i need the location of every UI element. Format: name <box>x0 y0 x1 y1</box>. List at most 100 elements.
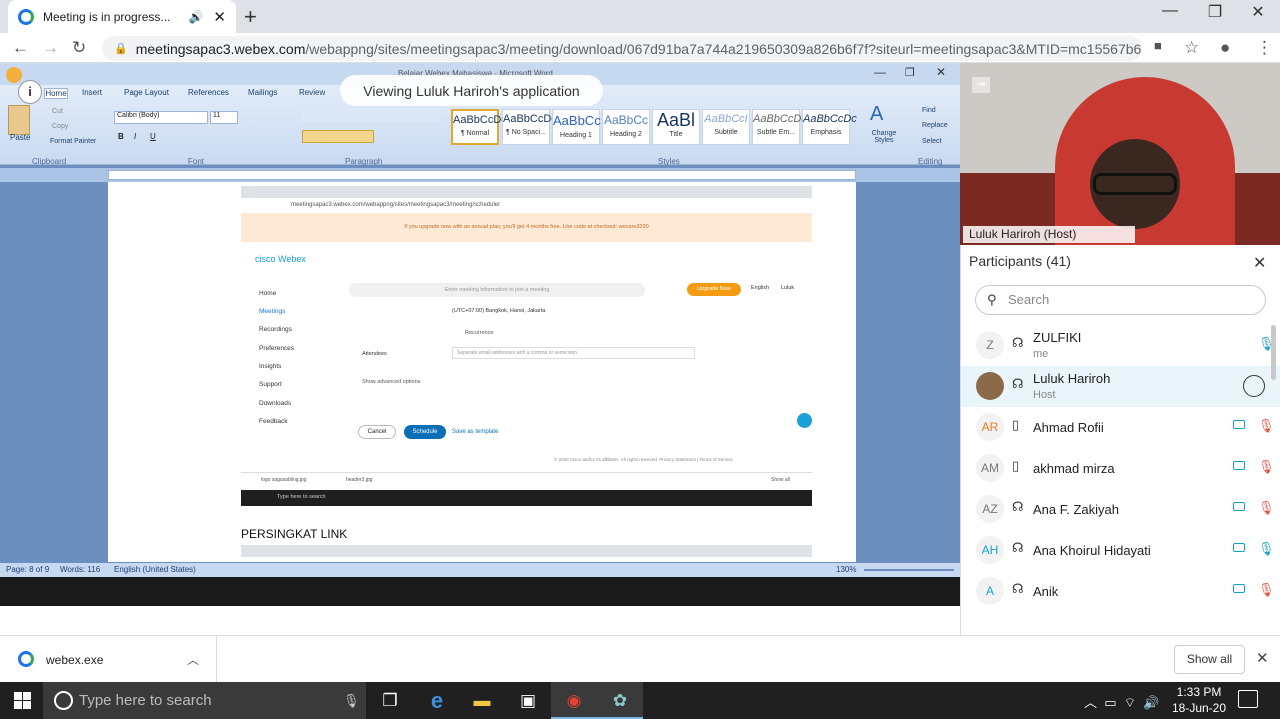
headset-icon: ☊ <box>1012 499 1024 514</box>
system-tray[interactable]: ︿ ▭ ⌔ 🔊 <box>1084 692 1159 711</box>
taskbar-search[interactable]: Type here to search 🎙 <box>43 682 366 719</box>
download-filename[interactable]: webex.exe <box>46 653 103 667</box>
participant-row[interactable]: AH ☊ Ana Khoirul Hidayati 🎙 <box>961 530 1280 571</box>
change-styles-icon[interactable]: A <box>870 103 883 126</box>
inner-schedule-button: Schedule <box>404 425 446 439</box>
replace-label[interactable]: Replace <box>922 122 948 129</box>
ribbon-tab-insert[interactable]: Insert <box>82 88 102 97</box>
task-view-icon[interactable]: ❐ <box>367 682 413 719</box>
participants-scrollbar[interactable] <box>1271 325 1276 380</box>
paste-icon[interactable] <box>8 105 30 135</box>
underline-button[interactable]: U <box>150 132 156 141</box>
style-title[interactable]: AaBl Title <box>652 109 700 145</box>
inner-nav-insights: Insights <box>259 363 282 370</box>
minimize-icon[interactable]: — <box>1150 2 1190 20</box>
mic-icon[interactable]: 🎙 <box>1258 541 1275 557</box>
new-tab-button[interactable]: + <box>244 4 257 30</box>
bold-button[interactable]: B <box>118 132 124 141</box>
ribbon-tab-mailings[interactable]: Mailings <box>248 88 277 97</box>
ribbon-tab-references[interactable]: References <box>188 88 229 97</box>
participant-row[interactable]: AR ▯ Ahmad Rofii 🎙 <box>961 407 1280 448</box>
browser-tab[interactable]: Meeting is in progress... 🔊 ✕ <box>8 0 236 33</box>
font-name-select[interactable]: Calibri (Body) <box>114 111 208 124</box>
chat-icon[interactable] <box>1243 375 1265 397</box>
show-all-button[interactable]: Show all <box>1174 645 1245 674</box>
url-field[interactable]: 🔒 meetingsapac3.webex.com /webappng/site… <box>102 36 1142 61</box>
participant-row[interactable]: AZ ☊ Ana F. Zakiyah 🎙 <box>961 489 1280 530</box>
font-size-select[interactable]: 11 <box>210 111 238 124</box>
participant-row[interactable]: Z ☊ ZULFIKI me 🎙 <box>961 325 1280 366</box>
inner-nav-downloads: Downloads <box>259 400 292 407</box>
profile-icon[interactable]: ● <box>1220 38 1230 58</box>
info-icon[interactable]: i <box>18 80 42 104</box>
address-bar-row: ← → ↻ 🔒 meetingsapac3.webex.com /webappn… <box>0 33 1280 63</box>
style-no-spacing[interactable]: AaBbCcDc ¶ No Spaci... <box>502 109 557 145</box>
mic-muted-icon[interactable]: 🎙 <box>1258 418 1275 434</box>
italic-button[interactable]: I <box>134 132 136 141</box>
paragraph-tools[interactable] <box>302 108 440 121</box>
change-styles-label[interactable]: Change Styles <box>866 130 902 144</box>
file-explorer-icon[interactable]: ▬ <box>459 682 505 719</box>
word-maximize-icon[interactable]: ❐ <box>905 66 915 79</box>
participant-row[interactable]: A ☊ Anik 🎙 <box>961 571 1280 612</box>
camera-blocked-icon[interactable]: ■ <box>1154 38 1162 53</box>
camera-icon[interactable] <box>1233 461 1245 470</box>
word-close-icon[interactable]: ✕ <box>936 65 946 79</box>
chevron-up-icon[interactable]: ︿ <box>187 651 199 668</box>
participant-row[interactable]: AM ▯ akhmad mirza 🎙 <box>961 448 1280 489</box>
bookmark-star-icon[interactable]: ☆ <box>1184 38 1199 58</box>
style-heading-2[interactable]: AaBbCc Heading 2 <box>602 109 650 145</box>
windows-start-icon[interactable] <box>14 692 31 709</box>
style-heading-1[interactable]: AaBbCc Heading 1 <box>552 109 601 145</box>
close-download-bar-icon[interactable]: ✕ <box>1256 649 1269 667</box>
office-button-icon[interactable] <box>6 67 22 83</box>
webex-taskbar-icon[interactable]: ✿ <box>597 682 643 719</box>
word-minimize-icon[interactable]: — <box>874 65 886 79</box>
cut-label[interactable]: Cut <box>52 108 63 115</box>
mic-muted-icon[interactable]: 🎙 <box>1258 582 1275 598</box>
inner-tab-bar <box>241 186 812 198</box>
edge-icon[interactable]: e <box>414 682 460 719</box>
camera-icon[interactable] <box>1233 584 1245 593</box>
close-window-icon[interactable]: ✕ <box>1238 2 1278 22</box>
inner-url: meetingsapac3.webex.com/webappng/sites/m… <box>241 198 812 212</box>
camera-icon[interactable] <box>1233 543 1245 552</box>
maximize-icon[interactable]: ❐ <box>1195 2 1235 22</box>
notification-icon[interactable] <box>1238 690 1258 708</box>
chrome-icon[interactable]: ◉ <box>551 682 597 719</box>
style-normal[interactable]: AaBbCcDc ¶ Normal <box>451 109 507 145</box>
inner-upgrade-button: Upgrade Now <box>687 283 741 296</box>
participant-row[interactable]: ☊ Luluk Hariroh Host <box>961 366 1280 407</box>
format-painter-label[interactable]: Format Painter <box>50 138 96 145</box>
menu-dots-icon[interactable]: ⋮ <box>1256 38 1273 58</box>
ribbon-tab-review[interactable]: Review <box>299 88 325 97</box>
mic-muted-icon[interactable]: 🎙 <box>1258 459 1275 475</box>
copy-label[interactable]: Copy <box>52 123 68 130</box>
microphone-icon[interactable]: 🎙 <box>343 682 360 719</box>
style-subtitle[interactable]: AaBbCcI Subtitle <box>702 109 750 145</box>
collapse-video-icon[interactable]: ⇥ <box>972 77 990 93</box>
find-label[interactable]: Find <box>922 107 936 114</box>
close-tab-icon[interactable]: ✕ <box>213 8 226 26</box>
participant-name: ZULFIKI <box>1033 330 1082 345</box>
participants-search[interactable]: ⚲ Search <box>975 285 1266 315</box>
speaker-icon[interactable]: 🔊 <box>188 10 203 24</box>
clock[interactable]: 1:33 PM 18-Jun-20 <box>1168 684 1230 716</box>
zoom-slider[interactable] <box>864 569 954 571</box>
close-participants-icon[interactable]: ✕ <box>1253 253 1266 273</box>
ribbon-tab-page-layout[interactable]: Page Layout <box>124 88 169 97</box>
style-emphasis[interactable]: AaBbCcDc Emphasis <box>802 109 857 145</box>
camera-icon[interactable] <box>1233 502 1245 511</box>
store-icon[interactable]: ▣ <box>505 682 551 719</box>
mic-muted-icon[interactable]: 🎙 <box>1258 500 1275 516</box>
back-icon[interactable]: ← <box>12 38 29 58</box>
forward-icon[interactable]: → <box>42 38 59 58</box>
reload-icon[interactable]: ↻ <box>72 38 86 58</box>
ribbon-tab-home[interactable]: Home <box>44 88 68 99</box>
align-left-button[interactable] <box>302 130 374 143</box>
camera-icon[interactable] <box>1233 420 1245 429</box>
style-subtle-emphasis[interactable]: AaBbCcDc Subtle Em... <box>752 109 807 145</box>
inner-attendees-field: Separate email addresses with a comma or… <box>452 347 695 359</box>
select-label[interactable]: Select <box>922 138 941 145</box>
phone-icon: ▯ <box>1012 458 1020 473</box>
